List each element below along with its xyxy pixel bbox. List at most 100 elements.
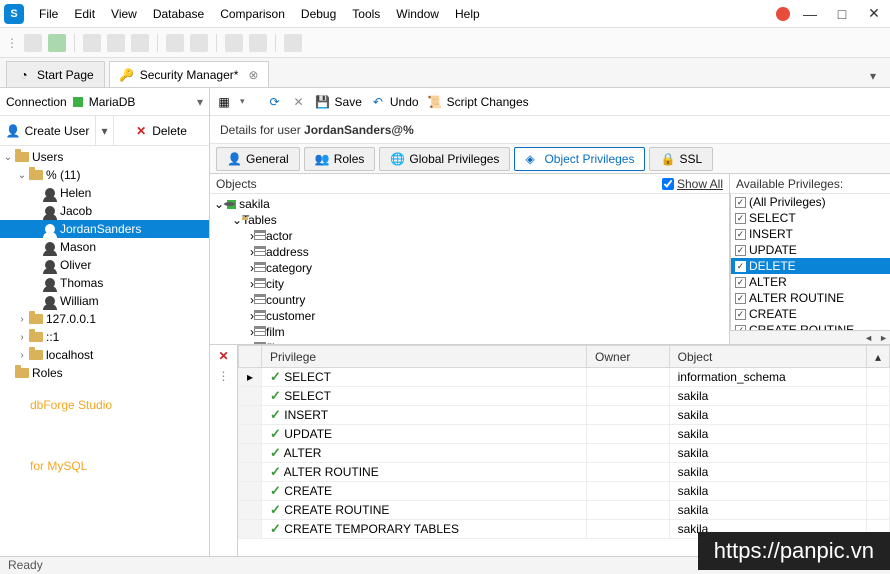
menu-tools[interactable]: Tools (345, 3, 387, 25)
checkbox-icon[interactable]: ✓ (735, 293, 746, 304)
table-node[interactable]: › address (210, 244, 729, 260)
collapse-icon[interactable]: ⌄ (232, 213, 242, 227)
row-selector[interactable]: ▸ (239, 368, 262, 387)
scroll-left-icon[interactable]: ◄ (864, 333, 873, 343)
close-button[interactable]: ✕ (862, 5, 886, 22)
menu-view[interactable]: View (104, 3, 144, 25)
checkbox-icon[interactable]: ✓ (735, 229, 746, 240)
tab-ssl[interactable]: 🔒SSL (649, 147, 713, 171)
table-row[interactable]: ✓ ALTER sakila (239, 444, 890, 463)
privilege-item[interactable]: ✓ CREATE ROUTINE (731, 322, 890, 330)
tree-user[interactable]: Oliver (0, 256, 209, 274)
privilege-item[interactable]: ✓ DELETE (731, 258, 890, 274)
table-row[interactable]: ✓ INSERT sakila (239, 406, 890, 425)
tab-start-page[interactable]: ◔ Start Page (6, 61, 105, 87)
grid-tool-icon[interactable]: ⋮ (218, 369, 230, 383)
collapse-icon[interactable]: ⌄ (16, 170, 28, 181)
db-node[interactable]: ⌄ sakila (210, 196, 729, 212)
toolbar-icon[interactable] (249, 34, 267, 52)
tab-general[interactable]: 👤General (216, 147, 300, 171)
privilege-item[interactable]: ✓ SELECT (731, 210, 890, 226)
scrollbar-horizontal[interactable]: ◄ ► (730, 330, 890, 344)
checkbox-icon[interactable]: ✓ (735, 245, 746, 256)
tab-object-privileges[interactable]: ◈Object Privileges (514, 147, 645, 171)
objects-tree[interactable]: ⌄ sakila ⌄ Tables › actor (210, 194, 729, 344)
tree-user[interactable]: Jacob (0, 202, 209, 220)
col-object[interactable]: Object (669, 346, 866, 368)
connection-value[interactable]: MariaDB (89, 95, 136, 109)
row-selector[interactable] (239, 501, 262, 520)
create-user-dropdown[interactable]: ▾ (96, 116, 114, 145)
tables-node[interactable]: ⌄ Tables (210, 212, 729, 228)
table-row[interactable]: ✓ UPDATE sakila (239, 425, 890, 444)
toolbar-icon[interactable] (190, 34, 208, 52)
tab-global-privileges[interactable]: 🌐Global Privileges (379, 147, 510, 171)
row-selector[interactable] (239, 387, 262, 406)
expand-icon[interactable]: › (16, 314, 28, 325)
row-selector[interactable] (239, 425, 262, 444)
tree-host[interactable]: › 127.0.0.1 (0, 310, 209, 328)
menu-edit[interactable]: Edit (67, 3, 102, 25)
checkbox-icon[interactable]: ✓ (735, 261, 746, 272)
menu-debug[interactable]: Debug (294, 3, 343, 25)
table-row[interactable]: ✓ CREATE sakila (239, 482, 890, 501)
checkbox-icon[interactable]: ✓ (735, 213, 746, 224)
col-privilege[interactable]: Privilege (262, 346, 587, 368)
table-node[interactable]: › actor (210, 228, 729, 244)
chevron-down-icon[interactable]: ▾ (197, 95, 203, 109)
toolbar-icon[interactable] (131, 34, 149, 52)
show-all-checkbox[interactable] (662, 178, 674, 190)
save-button[interactable]: 💾 Save (315, 94, 362, 110)
table-node[interactable]: › country (210, 292, 729, 308)
tree-user[interactable]: Thomas (0, 274, 209, 292)
tabs-overflow-icon[interactable]: ▾ (862, 65, 884, 87)
create-user-button[interactable]: 👤 Create User (0, 116, 96, 145)
script-changes-button[interactable]: 📜 Script Changes (427, 94, 529, 110)
checkbox-icon[interactable]: ✓ (735, 197, 746, 208)
tree-user[interactable]: William (0, 292, 209, 310)
privilege-item[interactable]: ✓ UPDATE (731, 242, 890, 258)
close-tab-icon[interactable]: ⊗ (248, 68, 258, 82)
toolbar-icon[interactable] (225, 34, 243, 52)
table-row[interactable]: ✓ SELECT sakila (239, 387, 890, 406)
expand-icon[interactable]: › (16, 332, 28, 343)
tree-group[interactable]: ⌄ % (11) (0, 166, 209, 184)
tree-roles-root[interactable]: › Roles (0, 364, 209, 382)
row-selector[interactable] (239, 444, 262, 463)
toolbar-icon[interactable] (24, 34, 42, 52)
tree-users-root[interactable]: ⌄ Users (0, 148, 209, 166)
table-row[interactable]: ▸ ✓ SELECT information_schema (239, 368, 890, 387)
collapse-icon[interactable]: ⌄ (214, 197, 224, 211)
remove-row-icon[interactable]: ✕ (218, 349, 228, 363)
menu-database[interactable]: Database (146, 3, 211, 25)
table-node[interactable]: › customer (210, 308, 729, 324)
sql-icon[interactable]: ▦ (216, 94, 232, 110)
privilege-item[interactable]: ✓ CREATE (731, 306, 890, 322)
tree-host[interactable]: › localhost (0, 346, 209, 364)
col-owner[interactable]: Owner (587, 346, 670, 368)
expand-icon[interactable]: › (16, 350, 28, 361)
menu-help[interactable]: Help (448, 3, 487, 25)
chevron-down-icon[interactable]: ▾ (240, 96, 245, 107)
scrollbar-vertical[interactable]: ▴ (866, 346, 889, 368)
row-selector[interactable] (239, 482, 262, 501)
table-node[interactable]: › city (210, 276, 729, 292)
privilege-item[interactable]: ✓ ALTER ROUTINE (731, 290, 890, 306)
refresh-icon[interactable]: ⟳ (267, 94, 283, 110)
minimize-button[interactable]: — (798, 6, 822, 22)
toolbar-icon[interactable] (166, 34, 184, 52)
menu-comparison[interactable]: Comparison (213, 3, 292, 25)
users-tree[interactable]: ⌄ Users ⌄ % (11) Helen Jacob JordanSande… (0, 146, 209, 556)
privilege-item[interactable]: ✓ INSERT (731, 226, 890, 242)
tab-security-manager[interactable]: 🔑 Security Manager* ⊗ (109, 61, 270, 87)
tree-user[interactable]: Mason (0, 238, 209, 256)
maximize-button[interactable]: □ (830, 6, 854, 22)
table-row[interactable]: ✓ ALTER ROUTINE sakila (239, 463, 890, 482)
tab-roles[interactable]: 👥Roles (304, 147, 376, 171)
privilege-item[interactable]: ✓ ALTER (731, 274, 890, 290)
table-node[interactable]: › category (210, 260, 729, 276)
row-selector[interactable] (239, 406, 262, 425)
toolbar-icon[interactable] (83, 34, 101, 52)
close-dot-icon[interactable] (776, 7, 790, 21)
toolbar-icon[interactable] (107, 34, 125, 52)
